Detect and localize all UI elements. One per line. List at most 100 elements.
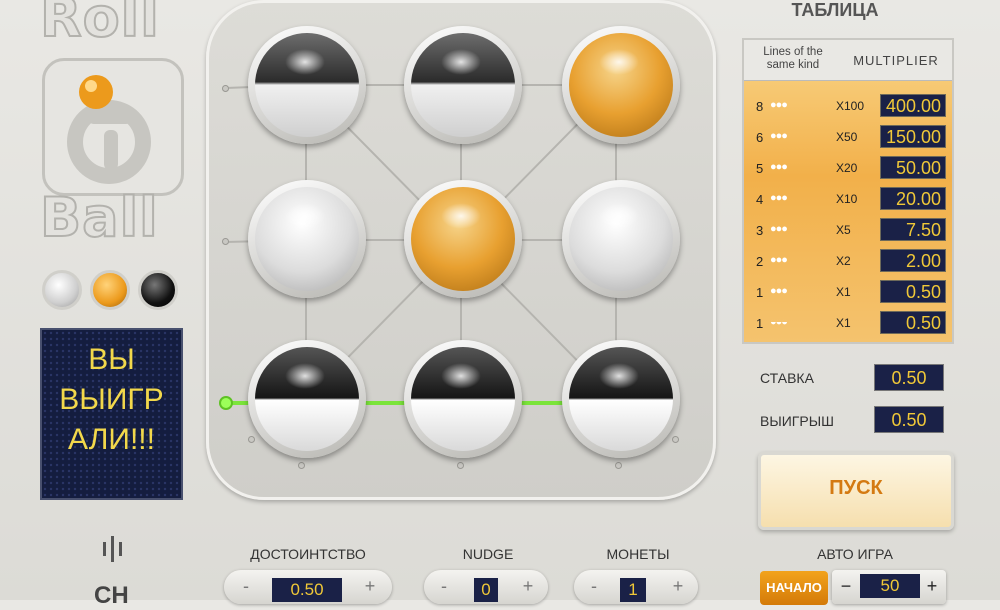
bet-value: 0.50	[874, 364, 944, 391]
denomination-stepper: - 0.50 +	[224, 570, 392, 604]
line-marker	[615, 462, 622, 469]
logo-a-letter	[67, 75, 151, 184]
coins-plus-button[interactable]: +	[668, 576, 688, 596]
half-ball	[255, 33, 359, 137]
nudge-plus-button[interactable]: +	[518, 576, 538, 596]
line-marker	[672, 436, 679, 443]
nudge-stepper: - 0 +	[424, 570, 548, 604]
white-ball	[569, 187, 673, 291]
bet-label: СТАВКА	[760, 370, 814, 386]
paytable-header-lines: Lines of the same kind	[763, 46, 823, 71]
paytable-lines-count: 3	[756, 223, 764, 238]
sound-bars-icon[interactable]	[98, 534, 128, 564]
paytable-multiplier: X5	[836, 223, 851, 237]
paytable-row: 6 ●●● X50 150.00	[744, 123, 952, 151]
cell-1-1-slot	[248, 26, 366, 144]
auto-play-label: АВТО ИГРА	[817, 546, 893, 562]
paytable-multiplier: X1	[836, 285, 851, 299]
logo-word-roll: Roll	[39, 0, 160, 50]
cell-2-2-slot	[404, 180, 522, 298]
half2-ball	[411, 347, 515, 451]
half2-ball	[255, 347, 359, 451]
auto-value: 50	[860, 574, 920, 598]
message-line-3: АЛИ!!!	[68, 423, 155, 456]
paytable-dots: ●●●	[770, 285, 788, 297]
paytable-dots: ●●●	[770, 192, 788, 204]
cell-1-2-slot	[404, 26, 522, 144]
paytable-value: 0.50	[880, 280, 946, 303]
denomination-plus-button[interactable]: +	[360, 576, 380, 596]
paytable-multiplier: X50	[836, 130, 858, 144]
line-marker	[222, 85, 229, 92]
paytable-multiplier: X10	[836, 192, 858, 206]
message-screen: ВЫ ВЫИГР АЛИ!!!	[40, 328, 183, 500]
message-line-2: ВЫИГР	[59, 383, 164, 416]
paytable-lines-count: 6	[756, 130, 764, 145]
paytable-row: 1 ●●● X1 0.50	[744, 278, 952, 306]
paytable-dots: ●●●	[770, 254, 788, 266]
footer-ch: CH	[94, 582, 129, 609]
auto-minus-button[interactable]: −	[836, 576, 856, 596]
paytable: Lines of the same kind MULTIPLIER 8 ●●● X1…	[742, 38, 954, 344]
line-marker	[222, 238, 229, 245]
cell-2-1-slot	[248, 180, 366, 298]
nudge-value: 0	[474, 578, 498, 602]
white-ball-icon	[42, 270, 82, 310]
spin-button[interactable]: ПУСК	[758, 452, 954, 530]
paytable-value: 150.00	[880, 125, 946, 148]
paytable-lines-count: 2	[756, 254, 764, 269]
cell-1-3-slot	[562, 26, 680, 144]
paytable-dots: ●●●	[770, 130, 788, 142]
paytable-row: 3 ●●● X5 7.50	[744, 216, 952, 244]
paytable-lines-count: 5	[756, 161, 764, 176]
paytable-lines-count: 1	[756, 285, 764, 300]
auto-stepper: − 50 +	[832, 570, 946, 604]
paytable-multiplier: X20	[836, 161, 858, 175]
nudge-label: NUDGE	[462, 546, 514, 562]
paytable-lines-count: 8	[756, 99, 764, 114]
paytable-dots: ●●●	[770, 99, 788, 111]
coins-minus-button[interactable]: -	[584, 576, 604, 596]
orange-ball	[569, 33, 673, 137]
paytable-value: 20.00	[880, 187, 946, 210]
black-ball-icon	[138, 270, 178, 310]
white-ball	[255, 187, 359, 291]
line-marker	[457, 462, 464, 469]
win-value: 0.50	[874, 406, 944, 433]
half-ball	[411, 33, 515, 137]
cell-3-3-slot	[562, 340, 680, 458]
paytable-row: 1 ◒◒◒ X1 0.50	[744, 309, 952, 337]
paytable-header-multiplier: MULTIPLIER	[853, 53, 939, 68]
paytable-value: 400.00	[880, 94, 946, 117]
paytable-row: 4 ●●● X10 20.00	[744, 185, 952, 213]
paytable-value: 50.00	[880, 156, 946, 179]
win-label: ВЫИГРЫШ	[760, 413, 834, 429]
paytable-dots: ●●●	[770, 223, 788, 235]
coins-label: МОНЕТЫ	[606, 546, 670, 562]
logo-word-ball: Ball	[39, 185, 159, 250]
denomination-value: 0.50	[272, 578, 342, 602]
paytable-dots: ◒◒◒	[770, 316, 788, 328]
cell-3-1-slot	[248, 340, 366, 458]
denomination-label: ДОСТОИНТСТВО	[250, 546, 366, 562]
line-marker	[248, 436, 255, 443]
nudge-minus-button[interactable]: -	[434, 576, 454, 596]
paytable-multiplier: X100	[836, 99, 865, 113]
paytable-multiplier: X2	[836, 254, 851, 268]
paytable-row: 5 ●●● X20 50.00	[744, 154, 952, 182]
orange-ball	[411, 187, 515, 291]
paytable-lines-count: 4	[756, 192, 764, 207]
denomination-minus-button[interactable]: -	[236, 576, 256, 596]
paytable-title: ТАБЛИЦА	[791, 0, 879, 20]
half2-ball	[569, 347, 673, 451]
paytable-row: 8 ●●● X100 400.00	[744, 92, 952, 120]
cell-2-3-slot	[562, 180, 680, 298]
paytable-value: 7.50	[880, 218, 946, 241]
auto-plus-button[interactable]: +	[922, 576, 942, 596]
coins-stepper: - 1 +	[574, 570, 698, 604]
paytable-row: 2 ●●● X2 2.00	[744, 247, 952, 275]
orange-ball-icon	[90, 270, 130, 310]
paytable-dots: ●●●	[770, 161, 788, 173]
paytable-lines-count: 1	[756, 316, 764, 331]
message-line-1: ВЫ	[88, 343, 135, 376]
